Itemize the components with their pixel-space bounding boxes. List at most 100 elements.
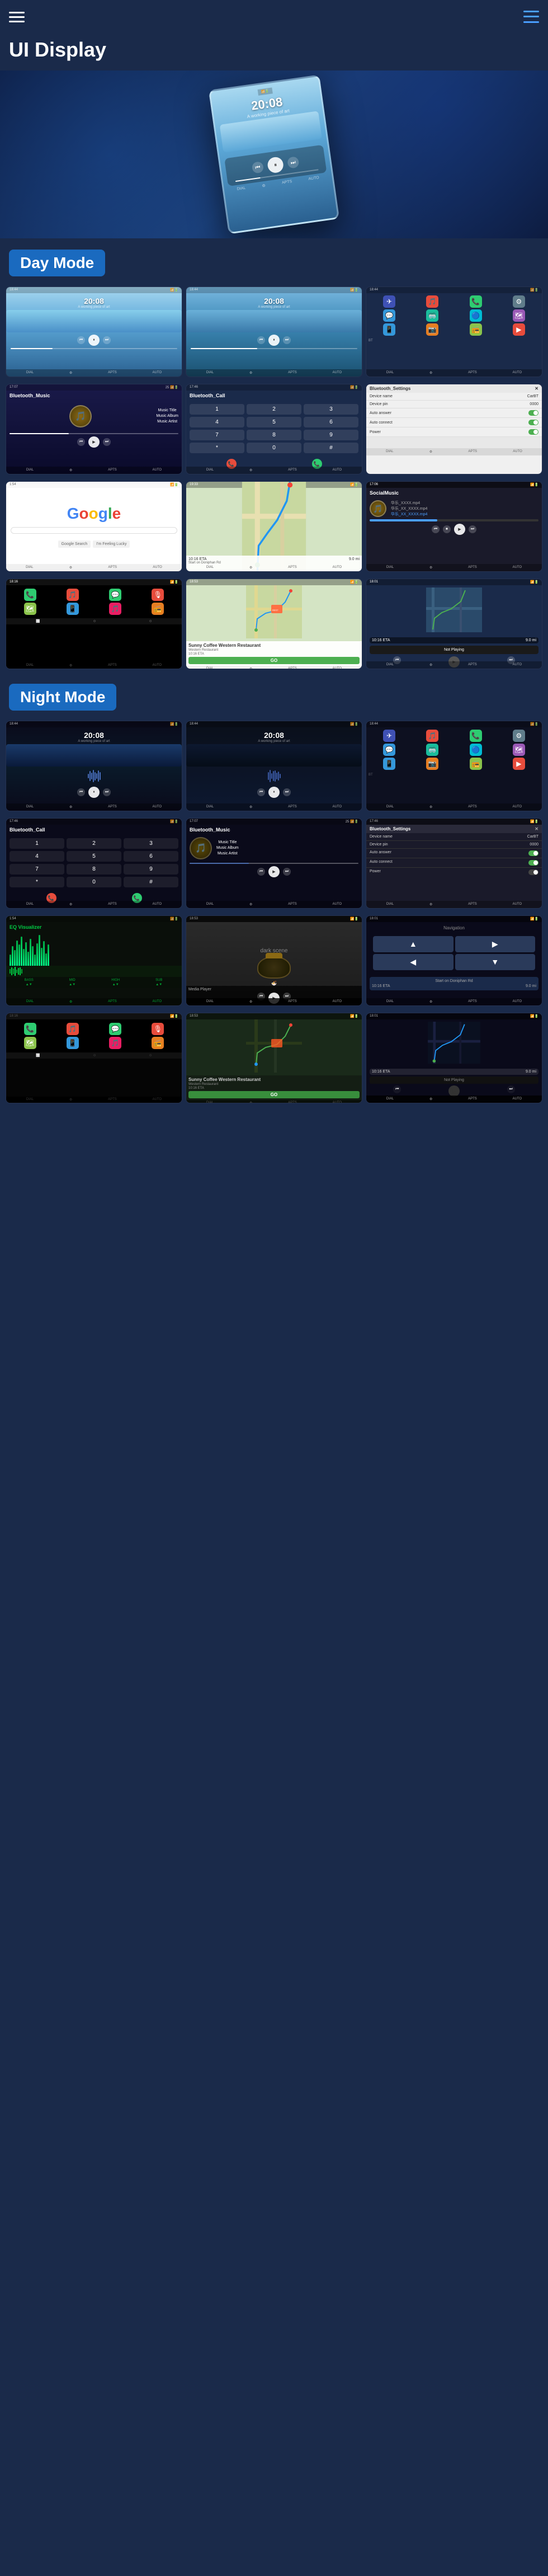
cp-messages[interactable]: 💬 <box>109 589 121 601</box>
night-key-1[interactable]: 1 <box>10 838 64 849</box>
night-controls-1[interactable]: ⏮ ⏸ ⏭ <box>6 787 182 798</box>
key-9[interactable]: 9 <box>304 430 358 440</box>
settings-auto-answer[interactable]: Auto answer <box>366 408 542 418</box>
night-key-5[interactable]: 5 <box>67 851 121 862</box>
night-auto-connect-toggle[interactable] <box>528 860 538 866</box>
play-2[interactable]: ⏸ <box>268 335 280 346</box>
night-cp-messages[interactable]: 💬 <box>109 1023 121 1035</box>
key-star[interactable]: * <box>190 443 244 453</box>
prev-1[interactable]: ⏮ <box>77 336 85 344</box>
power-toggle[interactable] <box>528 429 538 435</box>
auto-connect-toggle[interactable] <box>528 420 538 425</box>
key-0[interactable]: 0 <box>247 443 301 453</box>
night-icon-5[interactable]: 💬 <box>383 744 395 756</box>
auto-answer-toggle[interactable] <box>528 410 538 416</box>
music-controls-2[interactable]: ⏮ ⏸ ⏭ <box>186 335 362 346</box>
cp-music[interactable]: 🎵 <box>67 589 79 601</box>
night-cp-app2[interactable]: 🎵 <box>109 1037 121 1049</box>
night-key-hash[interactable]: # <box>124 877 178 887</box>
media-icon[interactable]: 📱 <box>383 323 395 336</box>
key-6[interactable]: 6 <box>304 417 358 427</box>
night-key-2[interactable]: 2 <box>67 838 121 849</box>
cp-phone[interactable]: 📞 <box>24 589 36 601</box>
night-icon-2[interactable]: 🎵 <box>426 730 438 742</box>
night-cp-podcast[interactable]: 🎙 <box>152 1023 164 1035</box>
night-power-toggle[interactable] <box>528 869 538 875</box>
night-key-4[interactable]: 4 <box>10 851 64 862</box>
night-key-8[interactable]: 8 <box>67 864 121 875</box>
google-search-bar[interactable] <box>11 527 177 534</box>
call-numpad[interactable]: 1 2 3 4 5 6 7 8 9 * 0 # <box>186 401 362 457</box>
menu-lines-icon[interactable] <box>523 9 539 25</box>
night-cp-app1[interactable]: 📱 <box>67 1037 79 1049</box>
night-key-7[interactable]: 7 <box>10 864 64 875</box>
night-cp-app3[interactable]: 📻 <box>152 1037 164 1049</box>
key-hash[interactable]: # <box>304 443 358 453</box>
night-icon-4[interactable]: ⚙ <box>513 730 525 742</box>
key-7[interactable]: 7 <box>190 430 244 440</box>
nav-arrows-grid[interactable]: ▲ ▶ ◀ ▼ <box>370 933 538 974</box>
key-2[interactable]: 2 <box>247 404 301 415</box>
cp-app3[interactable]: 📻 <box>152 603 164 615</box>
next-1[interactable]: ⏭ <box>103 336 111 344</box>
night-key-9[interactable]: 9 <box>124 864 178 875</box>
play-1[interactable]: ⏸ <box>88 335 100 346</box>
key-1[interactable]: 1 <box>190 404 244 415</box>
social-controls[interactable]: ⏮ ⏹ ▶ ⏭ <box>366 524 542 535</box>
youtube-icon[interactable]: ▶ <box>513 323 525 336</box>
night-key-star[interactable]: * <box>10 877 64 887</box>
night-icon-8[interactable]: 🗺 <box>513 744 525 756</box>
camera-icon[interactable]: 📷 <box>426 323 438 336</box>
night-icon-3[interactable]: 📞 <box>470 730 482 742</box>
nav-arrow-left[interactable]: ◀ <box>373 954 453 970</box>
next-btn[interactable]: ⏭ <box>287 156 300 169</box>
key-4[interactable]: 4 <box>190 417 244 427</box>
night-key-6[interactable]: 6 <box>124 851 178 862</box>
prev-2[interactable]: ⏮ <box>257 336 265 344</box>
night-icon-6[interactable]: 🥽 <box>426 744 438 756</box>
night-icon-7[interactable]: 🔵 <box>470 744 482 756</box>
key-5[interactable]: 5 <box>247 417 301 427</box>
settings-power[interactable]: Power <box>366 427 542 437</box>
nav-arrow-right[interactable]: ▶ <box>455 936 536 952</box>
wechat-icon[interactable]: 💬 <box>383 309 395 322</box>
night-icon-9[interactable]: 📱 <box>383 758 395 770</box>
cp-podcast[interactable]: 🎙 <box>152 589 164 601</box>
maps-icon[interactable]: 🗺 <box>513 309 525 322</box>
night-call-numpad[interactable]: 1 2 3 4 5 6 7 8 9 * 0 # <box>6 835 182 891</box>
bt-music-controls[interactable]: ⏮ ▶ ⏭ <box>6 436 182 448</box>
key-8[interactable]: 8 <box>247 430 301 440</box>
night-bt-controls[interactable]: ⏮ ▶ ⏭ <box>186 866 362 877</box>
phone-icon[interactable]: 📞 <box>470 295 482 308</box>
nav-arrow-down[interactable]: ▼ <box>455 954 536 970</box>
night-icon-1[interactable]: ✈ <box>383 730 395 742</box>
night-key-3[interactable]: 3 <box>124 838 178 849</box>
night-cp-music[interactable]: 🎵 <box>67 1023 79 1035</box>
prev-btn[interactable]: ⏮ <box>252 161 264 174</box>
cp-maps[interactable]: 🗺 <box>24 603 36 615</box>
night-auto-answer-toggle[interactable] <box>528 850 538 856</box>
night-cp-phone[interactable]: 📞 <box>24 1023 36 1035</box>
radio-icon[interactable]: 📻 <box>470 323 482 336</box>
night-icon-10[interactable]: 📷 <box>426 758 438 770</box>
music-controls-1[interactable]: ⏮ ⏸ ⏭ <box>6 335 182 346</box>
night-icon-12[interactable]: ▶ <box>513 758 525 770</box>
go-button[interactable]: GO <box>188 657 360 664</box>
telegram-icon[interactable]: ✈ <box>383 295 395 308</box>
play-pause-btn[interactable]: ⏸ <box>267 156 285 174</box>
key-3[interactable]: 3 <box>304 404 358 415</box>
night-controls-2[interactable]: ⏮ ⏸ ⏭ <box>186 787 362 798</box>
bt-icon[interactable]: 🔵 <box>470 309 482 322</box>
cp-app1[interactable]: 📱 <box>67 603 79 615</box>
vr-icon[interactable]: 🥽 <box>426 309 438 322</box>
night-go-button[interactable]: GO <box>188 1091 360 1098</box>
settings-auto-connect[interactable]: Auto connect <box>366 418 542 427</box>
hamburger-icon[interactable] <box>9 7 29 27</box>
settings-icon[interactable]: ⚙ <box>513 295 525 308</box>
cp-app2[interactable]: 🎵 <box>109 603 121 615</box>
night-icon-11[interactable]: 📻 <box>470 758 482 770</box>
night-key-0[interactable]: 0 <box>67 877 121 887</box>
nav-arrow-up[interactable]: ▲ <box>373 936 453 952</box>
music-icon[interactable]: 🎵 <box>426 295 438 308</box>
next-2[interactable]: ⏭ <box>283 336 291 344</box>
